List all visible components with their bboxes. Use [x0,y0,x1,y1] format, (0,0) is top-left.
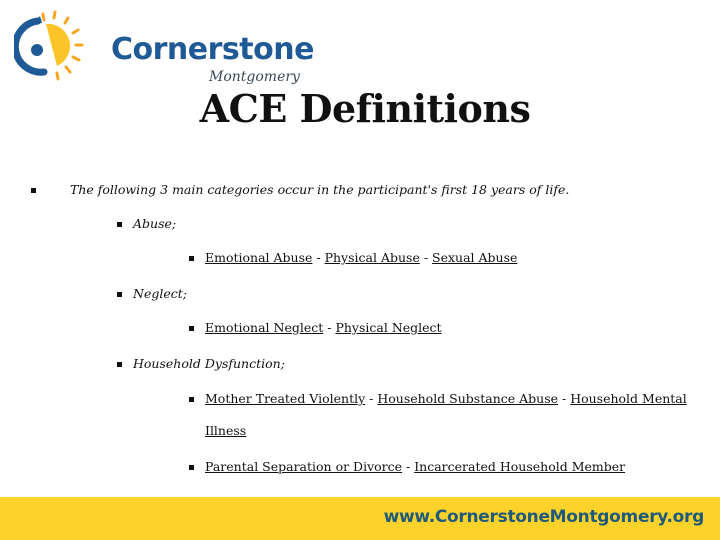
separator: - [323,320,336,335]
separator: - [312,250,325,265]
link-household-mental-illness[interactable]: Household Mental [570,391,687,406]
bullet-icon [189,397,194,402]
category-neglect: Neglect; [133,286,187,301]
abuse-items: Emotional Abuse - Physical Abuse - Sexua… [205,250,517,265]
separator: - [419,250,433,265]
separator: - [402,459,415,474]
cornerstone-logo: Cornerstone Montgomery [14,8,314,85]
link-parental-separation[interactable]: Parental Separation or Divorce [205,459,402,474]
link-emotional-neglect[interactable]: Emotional Neglect [205,320,323,335]
category-label: Neglect; [133,286,187,301]
logo-wordmark: Cornerstone [111,32,314,67]
link-household-mental-illness-cont[interactable]: Illness [205,423,246,438]
bullet-icon [117,362,122,367]
intro-row: The following 3 main categories occur in… [70,182,569,197]
household-items-2: Parental Separation or Divorce - Incarce… [205,459,625,474]
bullet-icon [189,465,194,470]
link-sexual-abuse[interactable]: Sexual Abuse [432,250,517,265]
page-title: ACE Definitions [199,86,531,131]
bullet-icon [189,326,194,331]
link-physical-abuse[interactable]: Physical Abuse [325,250,420,265]
category-label: Household Dysfunction; [133,356,285,371]
separator: - [365,391,378,406]
link-mother-treated-violently[interactable]: Mother Treated Violently [205,391,365,406]
separator: - [558,391,571,406]
link-incarcerated-member[interactable]: Incarcerated Household Member [414,459,625,474]
link-household-substance-abuse[interactable]: Household Substance Abuse [377,391,558,406]
category-label: Abuse; [133,216,177,231]
bullet-icon [117,222,122,227]
category-abuse: Abuse; [133,216,176,231]
household-items-1-continued: Illness [205,423,246,438]
logo-subtitle: Montgomery [209,69,300,85]
household-items-1: Mother Treated Violently - Household Sub… [205,391,687,406]
bullet-icon [31,188,36,193]
bullet-icon [117,292,122,297]
intro-text: The following 3 main categories occur in… [70,182,570,197]
footer-website-link[interactable]: www.CornerstoneMontgomery.org [384,507,705,527]
bullet-icon [189,256,194,261]
link-emotional-abuse[interactable]: Emotional Abuse [205,250,312,265]
sun-person-logo-icon [14,10,84,81]
link-physical-neglect[interactable]: Physical Neglect [335,320,441,335]
category-household-dysfunction: Household Dysfunction; [133,356,285,371]
footer-band: www.CornerstoneMontgomery.org [0,497,720,540]
neglect-items: Emotional Neglect - Physical Neglect [205,320,442,335]
